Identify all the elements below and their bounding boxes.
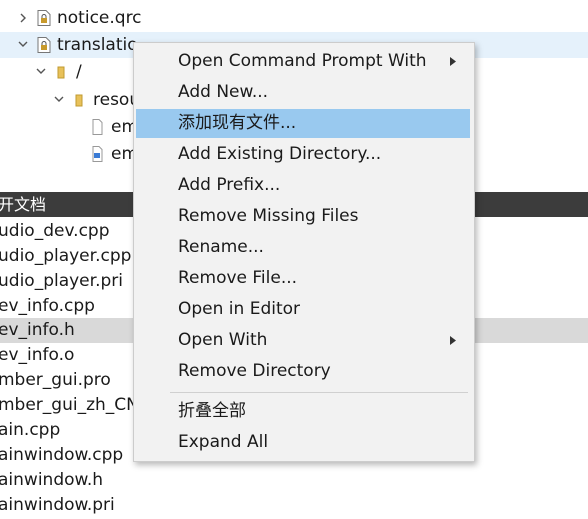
menu-item-add-existing-directory[interactable]: Add Existing Directory...: [136, 140, 470, 169]
qm-file-icon: [91, 146, 105, 162]
menu-item-remove-missing-files[interactable]: Remove Missing Files: [136, 202, 470, 231]
menu-item-rename[interactable]: Rename...: [136, 233, 470, 262]
menu-separator: [170, 392, 468, 393]
context-menu: Open Command Prompt With Add New... 添加现有…: [133, 42, 475, 462]
qt-creator-window: notice.qrc translatio / resou em em 开文档 …: [0, 0, 588, 519]
qrc-file-icon: [37, 10, 51, 26]
menu-item-add-prefix[interactable]: Add Prefix...: [136, 171, 470, 200]
open-documents-title: 开文档: [0, 195, 47, 214]
menu-item-open-with[interactable]: Open With: [136, 326, 470, 355]
menu-item-open-command-prompt-with[interactable]: Open Command Prompt With: [136, 47, 470, 76]
menu-item-add-new[interactable]: Add New...: [136, 78, 470, 107]
document-item[interactable]: ainwindow.pri: [0, 493, 588, 518]
tree-item-notice-qrc[interactable]: notice.qrc: [0, 5, 588, 31]
qrc-file-icon: [37, 37, 51, 53]
menu-item-open-in-editor[interactable]: Open in Editor: [136, 295, 470, 324]
submenu-arrow-icon: [450, 57, 456, 66]
menu-item-expand-all[interactable]: Expand All: [136, 428, 470, 457]
menu-item-remove-file[interactable]: Remove File...: [136, 264, 470, 293]
chevron-down-icon[interactable]: [18, 40, 28, 48]
folder-icon: [55, 64, 69, 80]
chevron-right-icon[interactable]: [19, 13, 27, 23]
submenu-arrow-icon: [450, 336, 456, 345]
menu-item-collapse-all[interactable]: 折叠全部: [136, 397, 470, 426]
file-icon: [91, 119, 105, 135]
folder-icon: [73, 92, 87, 108]
chevron-down-icon[interactable]: [36, 67, 46, 75]
tree-item-label: notice.qrc: [57, 8, 142, 28]
tree-item-label: translatio: [57, 35, 138, 55]
chevron-down-icon[interactable]: [54, 95, 64, 103]
document-item[interactable]: ainwindow.h: [0, 468, 588, 493]
tree-item-label: /: [76, 62, 82, 82]
menu-item-add-existing-files[interactable]: 添加现有文件...: [136, 109, 470, 138]
menu-item-remove-directory[interactable]: Remove Directory: [136, 357, 470, 386]
